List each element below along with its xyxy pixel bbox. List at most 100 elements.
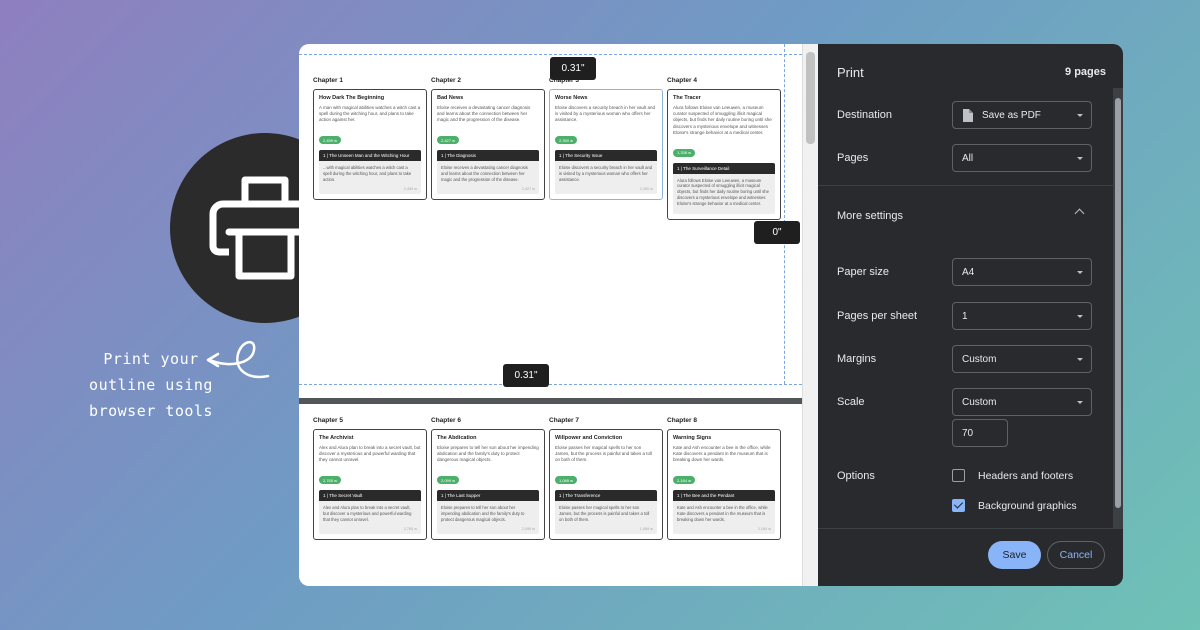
margin-bottom-chip[interactable]: 0.31" (503, 364, 549, 387)
chevron-down-icon (1077, 157, 1083, 160)
margin-guide-right[interactable] (784, 44, 785, 384)
word-count-badge: 2,099 w (437, 476, 460, 485)
card-title: The Tracer (673, 95, 701, 101)
chapter-column: Chapter 7 Willpower and Conviction Elois… (549, 417, 663, 540)
card-title: The Abdication (437, 435, 477, 441)
chapter-heading: Chapter 3 (549, 77, 579, 84)
scene-summary: Eloise passes her magical spells to her … (559, 505, 650, 522)
word-count-badge: 2,459 w (319, 136, 342, 145)
scene-summary: Alura follows Eloise van Leeuwen, a muse… (677, 177, 769, 206)
scene-word-count (673, 211, 775, 214)
margin-right-chip[interactable]: 0" (754, 221, 800, 244)
scene-title: 1 | The Unseen Man and the Witching Hour (319, 150, 421, 162)
chapter-heading: Chapter 2 (431, 77, 461, 84)
scale-input[interactable]: 70 (952, 419, 1008, 447)
paper-size-select[interactable]: A4 (952, 258, 1092, 286)
scene-title: 1 | The Diagnosis (437, 150, 539, 162)
scene-card: 1 | The Security Issue Eloise discovers … (555, 150, 657, 194)
scene-card: 1 | The Last Supper Eloise prepares to t… (437, 490, 539, 534)
scene-title: 1 | The Security Issue (555, 150, 657, 162)
destination-select[interactable]: Save as PDF (952, 101, 1092, 129)
preview-scrollbar[interactable] (802, 44, 818, 586)
scene-summary: Eloise receives a devastating cancer dia… (441, 165, 528, 182)
headers-footers-label[interactable]: Headers and footers (978, 470, 1073, 482)
pages-select[interactable]: All (952, 144, 1092, 172)
background-graphics-label[interactable]: Background graphics (978, 500, 1077, 512)
footer-divider (818, 528, 1123, 529)
chapter-heading: Chapter 7 (549, 417, 579, 424)
scale-label: Scale (837, 396, 865, 408)
promo-line: browser tools (89, 402, 213, 420)
margins-label: Margins (837, 353, 877, 365)
chapter-heading: Chapter 1 (313, 77, 343, 84)
card-title: Bad News (437, 95, 464, 101)
page-count: 9 pages (1065, 66, 1106, 78)
chapter-heading: Chapter 6 (431, 417, 461, 424)
card-title: Willpower and Conviction (555, 435, 623, 441)
scale-select[interactable]: Custom (952, 388, 1092, 416)
word-count-badge: 2,184 w (673, 476, 696, 485)
save-button[interactable]: Save (988, 541, 1041, 569)
panel-scrollbar[interactable] (1113, 88, 1123, 528)
options-label: Options (837, 470, 875, 482)
scene-title: 1 | The Secret Vault (319, 490, 421, 502)
chapter-column: Chapter 2 Bad News Eloise receives a dev… (431, 77, 545, 220)
word-count-badge: 1,338 w (673, 148, 696, 157)
panel-scroll-thumb[interactable] (1115, 98, 1121, 508)
paper-size-label: Paper size (837, 266, 889, 278)
card-title: Worse News (555, 95, 588, 101)
margin-guide-top[interactable] (299, 54, 802, 55)
scene-card: 1 | The Bee and the Pendant Kate and Ash… (673, 490, 775, 534)
chapter-card: Bad News Eloise receives a devastating c… (431, 89, 545, 200)
scene-word-count: 2,459 w (403, 186, 417, 191)
more-settings-toggle[interactable]: More settings (837, 210, 903, 222)
margin-guide-bottom[interactable] (299, 384, 802, 385)
scene-card: 1 | The Transference Eloise passes her m… (555, 490, 657, 534)
chapter-column: Chapter 3 Worse News Eloise discovers a … (549, 77, 663, 220)
headers-footers-checkbox[interactable] (952, 469, 965, 482)
pages-per-sheet-select[interactable]: 1 (952, 302, 1092, 330)
card-summary: Kate and Ash encounter a bee in the offi… (673, 445, 771, 463)
scene-title: 1 | The Last Supper (437, 490, 539, 502)
cancel-button[interactable]: Cancel (1047, 541, 1105, 569)
scene-summary: Eloise discovers a security breach in he… (559, 165, 653, 182)
promo-line: Print your (103, 350, 199, 368)
chevron-down-icon (1077, 114, 1083, 117)
scene-summary: Eloise prepares to tell her son about he… (441, 505, 525, 522)
card-summary: Alex and Alura plan to break into a secr… (319, 445, 421, 463)
pages-per-sheet-label: Pages per sheet (837, 310, 918, 322)
scene-card: 1 | The Surveillance Detail Alura follow… (673, 162, 775, 214)
chapter-column: Chapter 5 The Archivist Alex and Alura p… (313, 417, 427, 540)
chevron-up-icon[interactable] (1074, 208, 1085, 219)
divider (818, 185, 1113, 186)
print-preview[interactable]: 0.31" 0" 0.31" Chapter 1 How Dark The Be… (299, 44, 818, 586)
panel-title: Print (837, 65, 864, 80)
scene-title: 1 | The Transference (555, 490, 657, 502)
card-summary: Eloise prepares to tell her son about he… (437, 445, 539, 463)
chapter-card: The Abdication Eloise prepares to tell h… (431, 429, 545, 540)
card-summary: Eloise receives a devastating cancer dia… (437, 105, 531, 123)
chapter-column: Chapter 6 The Abdication Eloise prepares… (431, 417, 545, 540)
margins-select[interactable]: Custom (952, 345, 1092, 373)
chapter-card: The Archivist Alex and Alura plan to bre… (313, 429, 427, 540)
pages-value: All (962, 152, 974, 164)
paper-size-value: A4 (962, 266, 975, 278)
chapter-heading: Chapter 4 (667, 77, 697, 84)
scene-card: 1 | The Secret Vault Alex and Alura plan… (319, 490, 421, 534)
chapter-column: Chapter 8 Warning Signs Kate and Ash enc… (667, 417, 781, 540)
word-count-badge: 1,089 w (555, 476, 578, 485)
background-graphics-checkbox[interactable] (952, 499, 965, 512)
scale-value: Custom (962, 396, 997, 408)
scene-summary: ...with magical abilities watches a witc… (323, 165, 412, 182)
promo-line: outline using (89, 376, 213, 394)
chapter-column: Chapter 4 The Tracer Alura follows Elois… (667, 77, 781, 220)
margins-value: Custom (962, 353, 997, 365)
scale-number: 70 (962, 427, 974, 439)
page-1-chapters: Chapter 1 How Dark The Beginning A man w… (313, 77, 781, 220)
preview-scroll-thumb[interactable] (806, 52, 815, 144)
chevron-down-icon (1077, 401, 1083, 404)
word-count-badge: 2,350 w (555, 136, 578, 145)
word-count-badge: 2,427 w (437, 136, 460, 145)
print-settings-panel: Print 9 pages Destination Save as PDF Pa… (818, 44, 1123, 586)
chapter-card: How Dark The Beginning A man with magica… (313, 89, 427, 200)
